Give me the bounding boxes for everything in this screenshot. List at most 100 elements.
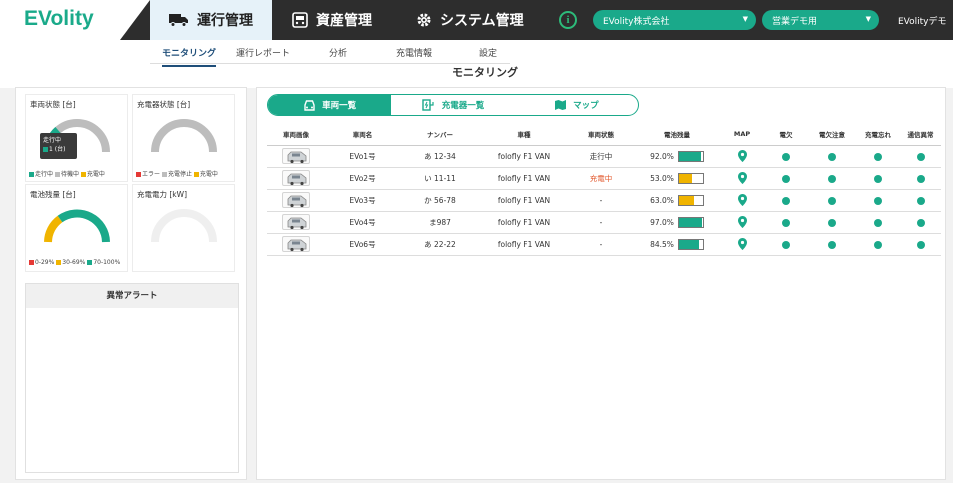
status-dot-icon	[782, 218, 790, 227]
vehicle-name[interactable]: EVo1号	[325, 145, 400, 168]
status-dot-icon	[782, 240, 790, 249]
department-select-value: 営業デモ用	[772, 16, 818, 27]
column-header[interactable]: ナンバー	[400, 123, 480, 146]
battery-fill	[678, 239, 700, 249]
list-tabs: 車両一覧 充電器一覧 マップ	[267, 94, 639, 116]
nav-tab-system[interactable]: システム管理	[416, 0, 524, 40]
status-dot-icon	[828, 174, 836, 183]
battery-cell: 53.0%	[634, 167, 720, 190]
table-row[interactable]: EVo3号 か 56-78 folofly F1 VAN - 63.0%	[267, 189, 941, 212]
status-dot-icon	[916, 174, 925, 183]
tab-map[interactable]: マップ	[515, 95, 638, 115]
forgot-charge-cell	[856, 233, 900, 256]
table-row[interactable]: EVo1号 あ 12-34 folofly F1 VAN 走行中 92.0%	[267, 145, 941, 168]
low-battery-warning-cell	[808, 145, 856, 168]
vehicle-image[interactable]	[282, 148, 310, 164]
column-header[interactable]: MAP	[720, 123, 764, 146]
map-pin-icon[interactable]	[737, 150, 747, 162]
vehicle-image[interactable]	[282, 170, 310, 186]
app-logo[interactable]: EVolity	[24, 7, 94, 31]
card-title: 充電電力 [kW]	[137, 190, 187, 199]
vehicle-image-cell	[267, 167, 325, 190]
subnav-tab-charging[interactable]: 充電情報	[396, 46, 432, 59]
legend-swatch	[193, 172, 199, 177]
map-pin-icon[interactable]	[737, 238, 747, 250]
column-header[interactable]: 車両名	[325, 123, 400, 146]
legend-swatch	[54, 172, 60, 177]
tab-label: 充電器一覧	[441, 101, 485, 111]
table-header-row: 車両画像 車両名 ナンバー 車種 車両状態 電池残量 MAP 電欠 電欠注意 充…	[267, 123, 941, 146]
battery-fill	[678, 173, 692, 183]
vehicle-name[interactable]: EVo6号	[325, 233, 400, 256]
nav-tab-operation[interactable]: 運行管理	[150, 0, 272, 40]
charge-power-gauge	[151, 209, 217, 243]
column-header[interactable]: 電池残量	[634, 123, 720, 146]
charger-status-legend: エラー 充電停止 充電中	[136, 169, 218, 178]
status-dot-icon	[874, 218, 882, 227]
map-pin-icon[interactable]	[737, 172, 747, 184]
nav-tab-assets[interactable]: 資産管理	[292, 0, 372, 40]
company-select[interactable]: EVolity株式会社 ▼	[593, 10, 756, 30]
legend-label: 待機中	[60, 171, 79, 178]
battery-cell: 63.0%	[634, 189, 720, 212]
vehicle-name[interactable]: EVo2号	[325, 167, 400, 190]
tab-label: 車両一覧	[322, 101, 357, 111]
summary-panel: 車両状態 [台] 走行中 1 (台) 走行中 待機中 充電中 充電器状態 [台]…	[15, 87, 247, 480]
comm-error-cell	[900, 145, 941, 168]
vehicle-status: -	[568, 233, 634, 256]
table-row[interactable]: EVo6号 あ 22-22 folofly F1 VAN - 84.5%	[267, 233, 941, 256]
vehicle-name[interactable]: EVo3号	[325, 189, 400, 212]
info-icon[interactable]: i	[559, 11, 577, 29]
battery-level-gauge	[44, 209, 110, 243]
legend-label: 充電停止	[167, 171, 192, 178]
subnav-tab-report[interactable]: 運行レポート	[236, 46, 290, 59]
card-title: 車両状態 [台]	[30, 100, 76, 109]
tooltip-value: 1 (台)	[49, 146, 66, 153]
column-header[interactable]: 車種	[480, 123, 568, 146]
table-row[interactable]: EVo4号 ま987 folofly F1 VAN - 97.0%	[267, 211, 941, 234]
comm-error-cell	[900, 167, 941, 190]
vehicle-image[interactable]	[282, 236, 310, 252]
legend-label: 充電中	[86, 171, 105, 178]
subnav-tab-settings[interactable]: 設定	[479, 46, 497, 59]
vehicle-image[interactable]	[282, 192, 310, 208]
asset-icon	[292, 12, 308, 28]
logo-area: EVolity	[0, 0, 150, 40]
tab-vehicle-list[interactable]: 車両一覧	[268, 95, 392, 115]
column-header[interactable]: 電欠注意	[808, 123, 856, 146]
map-pin-icon[interactable]	[737, 216, 747, 228]
battery-percent: 53.0%	[650, 173, 674, 183]
charge-power-card: 充電電力 [kW]	[132, 184, 235, 272]
vehicle-name[interactable]: EVo4号	[325, 211, 400, 234]
vehicle-status: 走行中	[568, 145, 634, 168]
map-pin-icon[interactable]	[737, 194, 747, 206]
column-header[interactable]: 車両状態	[568, 123, 634, 146]
department-select[interactable]: 営業デモ用 ▼	[762, 10, 879, 30]
tab-charger-list[interactable]: 充電器一覧	[391, 95, 514, 115]
battery-bar	[677, 194, 704, 206]
vehicle-model: folofly F1 VAN	[480, 189, 568, 212]
vehicle-status: -	[568, 211, 634, 234]
vehicle-image-cell	[267, 233, 325, 256]
table-row[interactable]: EVo2号 い 11-11 folofly F1 VAN 充電中 53.0%	[267, 167, 941, 190]
gauge-tooltip: 走行中 1 (台)	[40, 133, 77, 159]
battery-cell: 92.0%	[634, 145, 720, 168]
battery-indicator: 63.0%	[650, 194, 704, 206]
vehicle-image[interactable]	[282, 214, 310, 230]
column-header[interactable]: 充電忘れ	[856, 123, 900, 146]
battery-level-card: 電池残量 [台] 0-29% 30-69% 70-100%	[25, 184, 128, 272]
user-name[interactable]: EVolityデモ	[898, 14, 947, 27]
low-battery-cell	[764, 189, 808, 212]
column-header[interactable]: 車両画像	[267, 123, 325, 146]
legend-swatch	[43, 147, 48, 152]
column-header[interactable]: 電欠	[764, 123, 808, 146]
forgot-charge-cell	[856, 167, 900, 190]
vehicle-model: folofly F1 VAN	[480, 233, 568, 256]
vehicle-plate: い 11-11	[400, 167, 480, 190]
vehicle-plate: か 56-78	[400, 189, 480, 212]
subnav-tab-analysis[interactable]: 分析	[329, 46, 347, 59]
company-select-value: EVolity株式会社	[603, 16, 670, 27]
status-dot-icon	[828, 196, 836, 205]
vehicle-image-cell	[267, 145, 325, 168]
column-header[interactable]: 通信異常	[900, 123, 941, 146]
